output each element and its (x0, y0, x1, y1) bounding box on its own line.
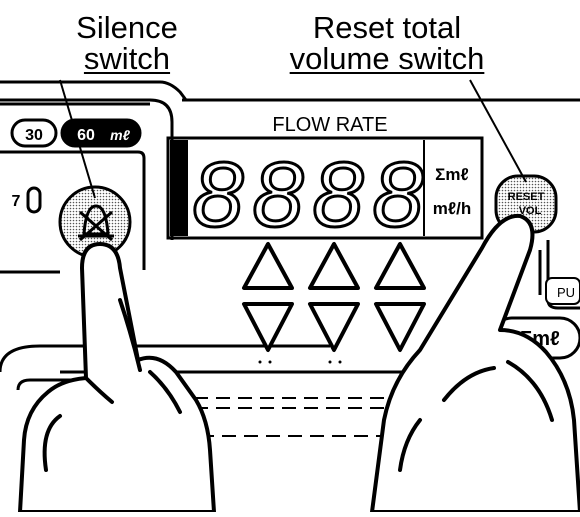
preset-unit: mℓ (110, 127, 130, 143)
unit-total: Σmℓ (435, 165, 469, 184)
pump-panel-illustration: 8888 FLOW RATE Σmℓ mℓ/h 30 60 mℓ 7 RESET… (0, 0, 580, 514)
silence-callout-line1: Silence (76, 10, 178, 45)
right-tag: PU (557, 285, 575, 300)
triangle-down-icon[interactable] (374, 302, 426, 352)
triangle-up-icon[interactable] (308, 242, 360, 290)
silence-switch-callout: Silence switch (42, 12, 212, 74)
flow-down-keys[interactable] (242, 302, 426, 352)
triangle-up-icon[interactable] (374, 242, 426, 290)
unit-rate: mℓ/h (433, 199, 472, 218)
silence-callout-line2: switch (83, 41, 171, 76)
triangle-down-icon[interactable] (308, 302, 360, 352)
digit-readout: 8888 (191, 143, 425, 248)
reset-button-line1: RESET (508, 191, 545, 203)
display-dark-strip (170, 140, 188, 236)
display-digit-4: 8 (372, 144, 423, 246)
preset-60: 60 (77, 127, 95, 144)
triangle-down-icon[interactable] (242, 302, 294, 352)
preset-30: 30 (25, 127, 43, 144)
reset-callout-line1: Reset total (312, 10, 462, 45)
left-hand-illustration (18, 242, 216, 514)
display-title: FLOW RATE (272, 114, 387, 136)
triangle-up-icon[interactable] (242, 242, 294, 290)
reset-volume-switch-callout: Reset total volume switch (262, 12, 512, 74)
display-digit-3: 8 (312, 144, 363, 246)
reset-callout-line2: volume switch (289, 41, 485, 76)
display-digit-2: 8 (252, 144, 303, 246)
display-digit-1: 8 (192, 144, 243, 246)
left-tag: 7 (12, 193, 21, 210)
panel-drawing: 8888 FLOW RATE Σmℓ mℓ/h 30 60 mℓ 7 RESET… (0, 79, 580, 514)
flow-up-keys[interactable] (242, 242, 426, 290)
